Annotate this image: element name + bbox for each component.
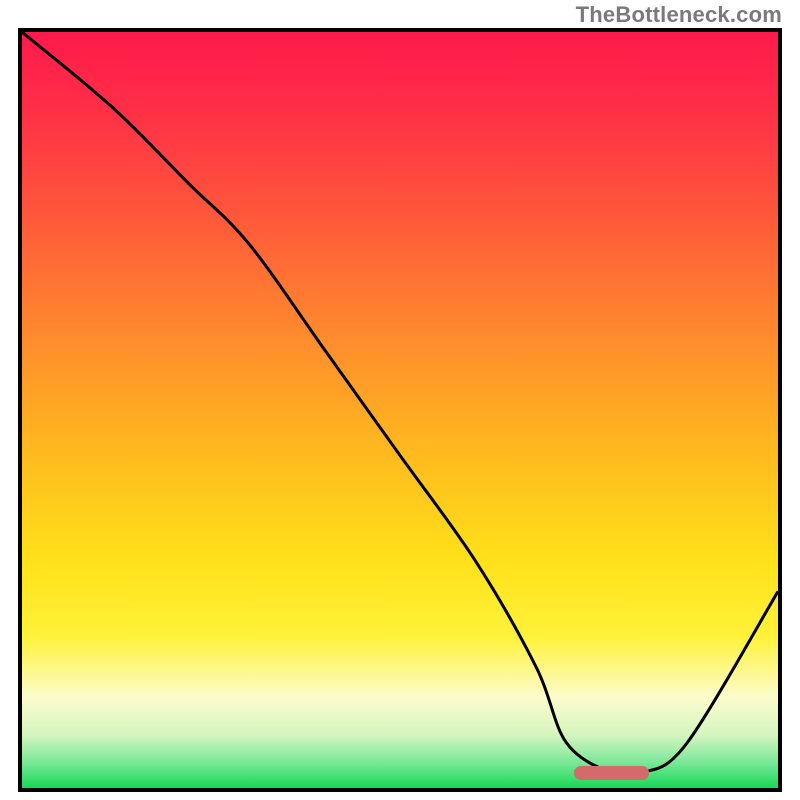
chart-plot-area	[22, 32, 778, 788]
watermark-text: TheBottleneck.com	[576, 2, 782, 28]
bottleneck-curve	[22, 32, 778, 777]
optimal-range-marker	[574, 766, 650, 780]
chart-frame	[18, 28, 782, 792]
